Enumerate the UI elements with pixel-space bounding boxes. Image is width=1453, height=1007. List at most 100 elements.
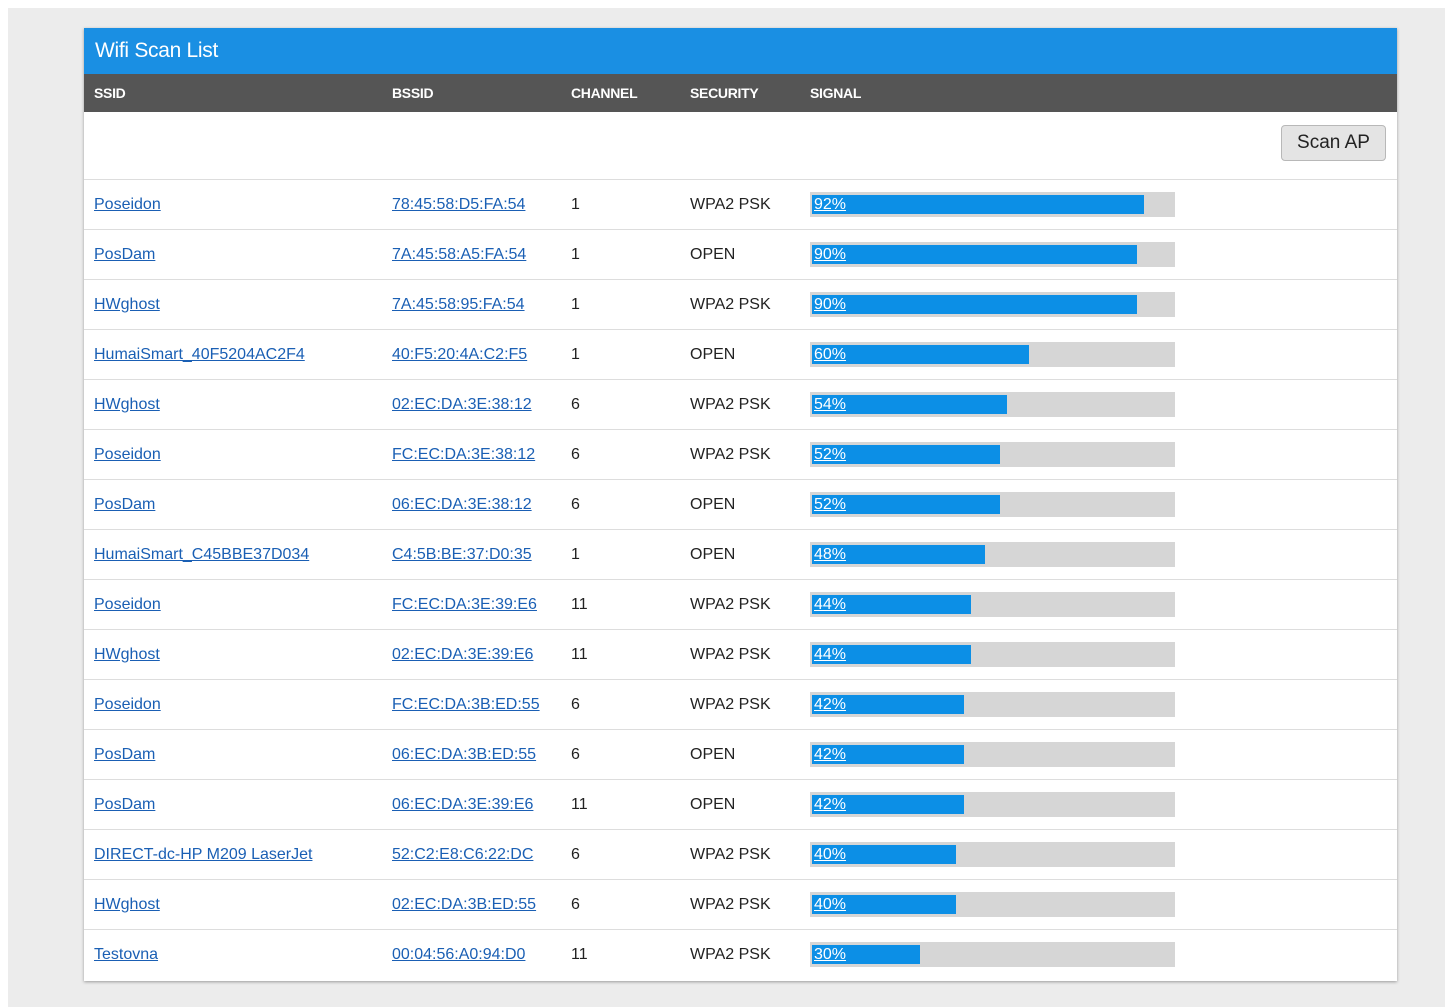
scan-ap-button[interactable]: Scan AP (1281, 125, 1386, 161)
bssid-link[interactable]: 52:C2:E8:C6:22:DC (392, 846, 533, 863)
security-value: WPA2 PSK (690, 296, 771, 313)
bssid-link[interactable]: FC:EC:DA:3B:ED:55 (392, 696, 540, 713)
toolbar: Scan AP (84, 112, 1397, 180)
bssid-link[interactable]: FC:EC:DA:3E:39:E6 (392, 596, 537, 613)
security-value: WPA2 PSK (690, 646, 771, 663)
ssid-link[interactable]: Poseidon (94, 596, 161, 613)
ssid-cell: Testovna (94, 930, 158, 979)
bssid-link[interactable]: 06:EC:DA:3E:39:E6 (392, 796, 533, 813)
ssid-link[interactable]: HumaiSmart_40F5204AC2F4 (94, 346, 305, 363)
bssid-cell: 06:EC:DA:3E:38:12 (392, 480, 532, 529)
security-value: WPA2 PSK (690, 396, 771, 413)
ssid-link[interactable]: PosDam (94, 246, 155, 263)
table-row: Poseidon FC:EC:DA:3E:39:E6 11 WPA2 PSK 44% (84, 580, 1397, 630)
table-row: Poseidon 78:45:58:D5:FA:54 1 WPA2 PSK 92% (84, 180, 1397, 230)
channel-value: 11 (571, 796, 588, 813)
bssid-cell: 40:F5:20:4A:C2:F5 (392, 330, 527, 379)
bssid-cell: 02:EC:DA:3E:39:E6 (392, 630, 533, 679)
security-value: WPA2 PSK (690, 446, 771, 463)
signal-bar: 48% (810, 542, 1175, 567)
ssid-link[interactable]: Poseidon (94, 696, 161, 713)
bssid-link[interactable]: 7A:45:58:A5:FA:54 (392, 246, 526, 263)
ssid-link[interactable]: PosDam (94, 496, 155, 513)
signal-percent: 40% (814, 896, 847, 913)
ssid-link[interactable]: HWghost (94, 896, 160, 913)
bssid-cell: 02:EC:DA:3B:ED:55 (392, 880, 536, 929)
bssid-link[interactable]: C4:5B:BE:37:D0:35 (392, 546, 532, 563)
security-value: WPA2 PSK (690, 846, 771, 863)
ssid-cell: Poseidon (94, 580, 161, 629)
column-header-security: SECURITY (690, 85, 759, 101)
signal-bar: 44% (810, 642, 1175, 667)
bssid-cell: FC:EC:DA:3E:39:E6 (392, 580, 537, 629)
table-row: PosDam 06:EC:DA:3E:38:12 6 OPEN 52% (84, 480, 1397, 530)
signal-bar: 42% (810, 792, 1175, 817)
table-row: HWghost 02:EC:DA:3E:39:E6 11 WPA2 PSK 44% (84, 630, 1397, 680)
ssid-link[interactable]: HWghost (94, 396, 160, 413)
ssid-link[interactable]: DIRECT-dc-HP M209 LaserJet (94, 846, 312, 863)
signal-percent: 60% (814, 346, 847, 363)
signal-bar: 44% (810, 592, 1175, 617)
signal-percent: 90% (814, 296, 847, 313)
bssid-link[interactable]: 06:EC:DA:3E:38:12 (392, 496, 532, 513)
network-list: Poseidon 78:45:58:D5:FA:54 1 WPA2 PSK 92% Pos… (84, 180, 1397, 979)
bssid-link[interactable]: 06:EC:DA:3B:ED:55 (392, 746, 536, 763)
column-header-bssid: BSSID (392, 85, 434, 101)
panel-title: Wifi Scan List (84, 28, 1397, 74)
signal-bar: 52% (810, 492, 1175, 517)
signal-percent: 42% (814, 746, 847, 763)
ssid-cell: PosDam (94, 230, 155, 279)
ssid-link[interactable]: Poseidon (94, 196, 161, 213)
bssid-link[interactable]: 40:F5:20:4A:C2:F5 (392, 346, 527, 363)
signal-percent: 40% (814, 846, 847, 863)
bssid-link[interactable]: 02:EC:DA:3E:38:12 (392, 396, 532, 413)
table-row: PosDam 06:EC:DA:3B:ED:55 6 OPEN 42% (84, 730, 1397, 780)
signal-bar: 92% (810, 192, 1175, 217)
security-value: WPA2 PSK (690, 946, 771, 963)
bssid-link[interactable]: 7A:45:58:95:FA:54 (392, 296, 525, 313)
page-background: Wifi Scan List SSID BSSID CHANNEL SECURI… (8, 8, 1445, 1007)
signal-bar: 40% (810, 842, 1175, 867)
signal-bar-fill (812, 295, 1137, 314)
ssid-link[interactable]: PosDam (94, 796, 155, 813)
signal-percent: 48% (814, 546, 847, 563)
column-header-channel: CHANNEL (571, 85, 638, 101)
bssid-link[interactable]: 00:04:56:A0:94:D0 (392, 946, 525, 963)
ssid-link[interactable]: Testovna (94, 946, 158, 963)
table-row: Testovna 00:04:56:A0:94:D0 11 WPA2 PSK 30% (84, 930, 1397, 979)
bssid-cell: 06:EC:DA:3B:ED:55 (392, 730, 536, 779)
bssid-cell: 78:45:58:D5:FA:54 (392, 180, 525, 229)
ssid-cell: HWghost (94, 630, 160, 679)
channel-value: 6 (571, 696, 580, 713)
channel-value: 1 (571, 196, 580, 213)
ssid-link[interactable]: PosDam (94, 746, 155, 763)
signal-percent: 44% (814, 596, 847, 613)
bssid-link[interactable]: 02:EC:DA:3B:ED:55 (392, 896, 536, 913)
table-row: HumaiSmart_C45BBE37D034 C4:5B:BE:37:D0:35… (84, 530, 1397, 580)
table-row: HWghost 02:EC:DA:3B:ED:55 6 WPA2 PSK 40% (84, 880, 1397, 930)
channel-value: 6 (571, 396, 580, 413)
ssid-link[interactable]: HWghost (94, 646, 160, 663)
bssid-link[interactable]: 02:EC:DA:3E:39:E6 (392, 646, 533, 663)
channel-value: 11 (571, 596, 588, 613)
signal-percent: 52% (814, 446, 847, 463)
security-value: OPEN (690, 546, 736, 563)
ssid-link[interactable]: Poseidon (94, 446, 161, 463)
ssid-cell: Poseidon (94, 430, 161, 479)
signal-bar-fill (812, 195, 1144, 214)
signal-bar: 52% (810, 442, 1175, 467)
ssid-cell: PosDam (94, 730, 155, 779)
security-value: WPA2 PSK (690, 596, 771, 613)
table-row: HWghost 7A:45:58:95:FA:54 1 WPA2 PSK 90% (84, 280, 1397, 330)
bssid-link[interactable]: 78:45:58:D5:FA:54 (392, 196, 525, 213)
channel-value: 1 (571, 346, 580, 363)
signal-bar: 42% (810, 692, 1175, 717)
channel-value: 6 (571, 846, 580, 863)
signal-bar: 42% (810, 742, 1175, 767)
bssid-link[interactable]: FC:EC:DA:3E:38:12 (392, 446, 535, 463)
ssid-link[interactable]: HWghost (94, 296, 160, 313)
ssid-link[interactable]: HumaiSmart_C45BBE37D034 (94, 546, 309, 563)
security-value: OPEN (690, 496, 736, 513)
security-value: WPA2 PSK (690, 896, 771, 913)
channel-value: 1 (571, 546, 580, 563)
